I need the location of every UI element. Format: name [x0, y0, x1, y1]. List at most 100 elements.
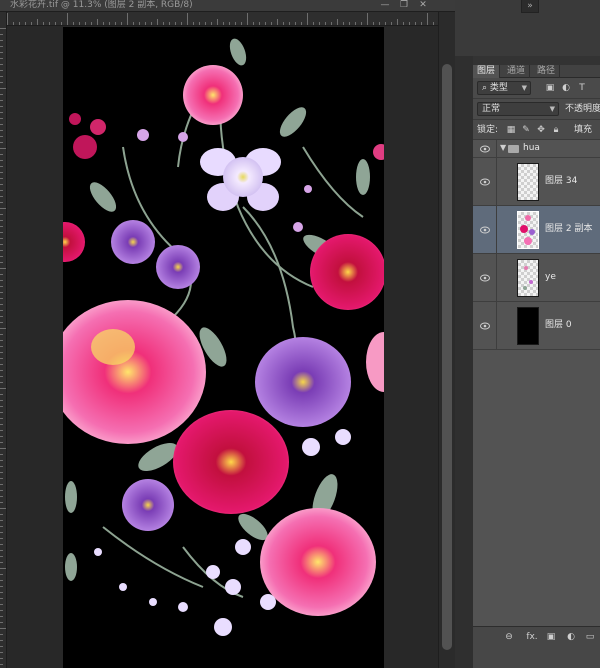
- fx-icon[interactable]: fx.: [524, 631, 540, 643]
- adjustment-layer-icon[interactable]: ◐: [565, 631, 577, 643]
- ruler-tick: [355, 22, 356, 25]
- eye-icon[interactable]: [480, 274, 490, 282]
- lock-transparent-icon[interactable]: ▦: [506, 125, 516, 135]
- ruler-tick: [337, 19, 338, 25]
- ruler-tick: [0, 76, 3, 77]
- tab-channels[interactable]: 通道: [503, 65, 531, 78]
- ruler-tick: [0, 334, 3, 335]
- eye-icon[interactable]: [480, 322, 490, 330]
- ruler-tick: [0, 64, 3, 65]
- document-tab-title[interactable]: 水彩花卉.tif @ 11.3% (图层 2 副本, RGB/8): [10, 0, 193, 11]
- eye-icon[interactable]: [480, 178, 490, 186]
- ruler-tick: [0, 100, 3, 101]
- ruler-tick: [433, 22, 434, 25]
- ruler-tick: [0, 388, 6, 389]
- ruler-tick: [0, 532, 3, 533]
- new-group-icon[interactable]: ▭: [584, 631, 596, 643]
- ruler-tick: [0, 412, 3, 413]
- group-name: hua: [523, 143, 540, 153]
- ruler-tick: [415, 22, 416, 25]
- ruler-tick: [187, 13, 188, 25]
- layer-row-selected[interactable]: 图层 2 副本: [473, 206, 600, 254]
- artboard[interactable]: [63, 27, 384, 668]
- flower-small-pink: [183, 65, 243, 125]
- leaves-thumbnail-art: [523, 266, 533, 290]
- ruler-tick: [0, 460, 3, 461]
- expand-arrow-icon[interactable]: ▼: [500, 143, 506, 152]
- image-filter-icon[interactable]: ▣: [545, 83, 555, 93]
- opacity-label: 不透明度: [565, 104, 600, 114]
- ruler-tick: [0, 304, 3, 305]
- ruler-tick: [0, 94, 3, 95]
- ruler-tick: [61, 22, 62, 25]
- close-button[interactable]: ✕: [414, 0, 432, 11]
- ruler-tick: [223, 22, 224, 25]
- flower-red-top: [310, 234, 384, 310]
- lock-all-icon[interactable]: 🔒︎: [551, 125, 561, 135]
- eye-icon[interactable]: [480, 226, 490, 234]
- ruler-tick: [0, 364, 3, 365]
- restore-button[interactable]: ❐: [395, 0, 413, 11]
- ruler-tick: [0, 550, 3, 551]
- layer-name: 图层 2 副本: [545, 224, 593, 234]
- ruler-tick: [0, 316, 3, 317]
- ruler-tick: [0, 34, 3, 35]
- blend-row: 正常 ▼ 不透明度: [473, 99, 600, 120]
- text-filter-icon[interactable]: T: [577, 83, 587, 93]
- panel-header[interactable]: [473, 56, 600, 65]
- fill-label: 填充: [574, 125, 593, 135]
- ruler-tick: [0, 592, 3, 593]
- ruler-tick: [0, 274, 3, 275]
- ruler-tick: [139, 22, 140, 25]
- ruler-tick: [103, 22, 104, 25]
- ruler-tick: [0, 634, 3, 635]
- ruler-tick: [409, 22, 410, 25]
- ruler-tick: [109, 22, 110, 25]
- ruler-tick: [343, 22, 344, 25]
- layer-row[interactable]: 图层 0: [473, 302, 600, 350]
- lock-position-icon[interactable]: ✥: [536, 125, 546, 135]
- eye-icon[interactable]: [480, 145, 490, 153]
- lock-row: 锁定: ▦ ✎ ✥ 🔒︎ 填充: [473, 120, 600, 140]
- link-layers-icon[interactable]: ⊖: [503, 631, 515, 643]
- ruler-tick: [307, 13, 308, 25]
- lock-paint-icon[interactable]: ✎: [521, 125, 531, 135]
- ruler-tick: [19, 22, 20, 25]
- ruler-tick: [0, 448, 6, 449]
- layer-group-row[interactable]: ▼ hua: [473, 140, 600, 158]
- canvas-area[interactable]: [8, 27, 438, 668]
- flower-red-center: [173, 410, 289, 514]
- add-mask-icon[interactable]: ▣: [545, 631, 557, 643]
- search-icon: ⌕: [482, 83, 490, 93]
- filter-kind-select[interactable]: ⌕ 类型 ▼: [477, 81, 531, 95]
- scrollbar-thumb[interactable]: [442, 64, 452, 650]
- ruler-tick: [313, 22, 314, 25]
- ruler-tick: [0, 82, 3, 83]
- ruler-tick: [0, 268, 6, 269]
- adjustment-filter-icon[interactable]: ◐: [561, 83, 571, 93]
- ruler-tick: [43, 22, 44, 25]
- vertical-scrollbar[interactable]: [438, 12, 455, 668]
- ruler-tick: [0, 586, 3, 587]
- minimize-button[interactable]: —: [376, 0, 394, 11]
- ruler-tick: [0, 202, 3, 203]
- ruler-tick: [319, 22, 320, 25]
- ruler-tick: [0, 262, 3, 263]
- ruler-tick: [0, 112, 3, 113]
- tab-layers[interactable]: 图层: [473, 65, 501, 78]
- ruler-tick: [259, 22, 260, 25]
- ruler-tick: [0, 478, 3, 479]
- layer-thumbnail: [517, 307, 539, 345]
- ruler-tick: [31, 22, 32, 25]
- ruler-tick: [0, 46, 3, 47]
- ruler-tick: [229, 22, 230, 25]
- collapse-dock-icon[interactable]: »: [521, 0, 539, 13]
- layer-row[interactable]: 图层 34: [473, 158, 600, 206]
- folder-icon: [508, 145, 519, 153]
- ruler-tick: [73, 22, 74, 25]
- blend-mode-select[interactable]: 正常 ▼: [477, 102, 559, 116]
- layer-row[interactable]: ye: [473, 254, 600, 302]
- ruler-tick: [0, 310, 3, 311]
- ruler-tick: [0, 70, 3, 71]
- tab-paths[interactable]: 路径: [533, 65, 561, 78]
